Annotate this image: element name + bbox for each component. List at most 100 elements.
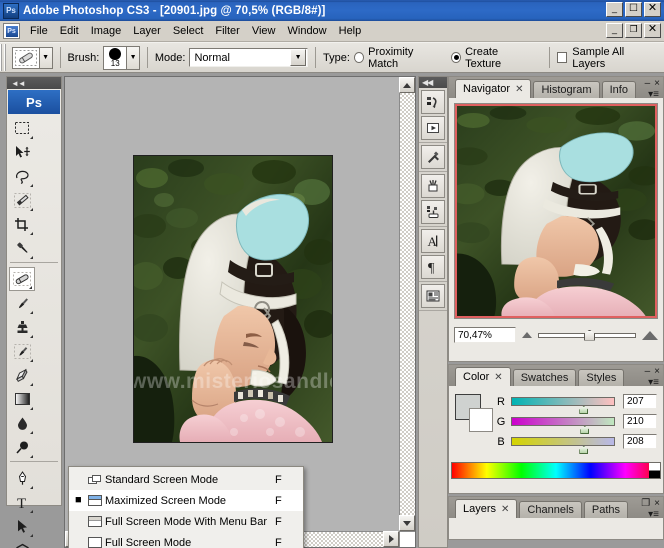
maximize-button[interactable]: ☐ bbox=[625, 2, 642, 17]
collapse-right-icon[interactable]: ◀◀ bbox=[422, 78, 433, 87]
tool-lasso[interactable] bbox=[9, 164, 35, 188]
g-slider-thumb[interactable] bbox=[580, 426, 590, 434]
tool-brush[interactable] bbox=[9, 291, 35, 315]
r-slider-thumb[interactable] bbox=[579, 406, 589, 414]
g-ramp[interactable] bbox=[511, 417, 615, 434]
zoom-percent-input[interactable]: 70,47% bbox=[454, 327, 516, 343]
radio-create-texture[interactable]: Create Texture bbox=[450, 46, 530, 70]
tool-dodge[interactable] bbox=[9, 435, 35, 459]
doc-minimize-button[interactable]: _ bbox=[606, 23, 623, 38]
tool-blur[interactable] bbox=[9, 411, 35, 435]
tool-magic-wand[interactable] bbox=[9, 188, 35, 212]
panel-menu-icon[interactable]: ▾≡ bbox=[648, 377, 659, 388]
close-icon[interactable]: ✕ bbox=[501, 504, 509, 515]
menu-item-image[interactable]: Image bbox=[85, 23, 128, 39]
minimize-button[interactable]: _ bbox=[606, 2, 623, 17]
menu-item-window[interactable]: Window bbox=[282, 23, 333, 39]
tool-eyedropper[interactable] bbox=[9, 236, 35, 260]
tool-clone-stamp[interactable] bbox=[9, 315, 35, 339]
scroll-up-button[interactable] bbox=[399, 77, 415, 93]
menu-item-view[interactable]: View bbox=[246, 23, 282, 39]
zoom-slider[interactable] bbox=[538, 328, 636, 342]
chevron-down-icon[interactable]: ▼ bbox=[290, 49, 307, 66]
tool-presets-panel-icon[interactable] bbox=[421, 145, 445, 169]
tab-styles[interactable]: Styles bbox=[578, 369, 625, 386]
g-value-input[interactable]: 210 bbox=[623, 414, 657, 429]
b-ramp[interactable] bbox=[511, 437, 615, 454]
r-ramp[interactable] bbox=[511, 397, 615, 414]
zoom-in-icon[interactable] bbox=[642, 330, 658, 340]
menu-item-filter[interactable]: Filter bbox=[209, 23, 245, 39]
tool-preset-picker-button[interactable]: ▼ bbox=[39, 46, 53, 69]
tool-gradient[interactable] bbox=[9, 387, 35, 411]
character-panel-icon[interactable]: A bbox=[421, 229, 445, 253]
menu-item-edit[interactable]: Edit bbox=[54, 23, 85, 39]
r-value-input[interactable]: 207 bbox=[623, 394, 657, 409]
b-value-input[interactable]: 208 bbox=[623, 434, 657, 449]
history-panel-icon[interactable] bbox=[421, 90, 445, 114]
menu-item-full-screen-mode-with-menu-bar[interactable]: Full Screen Mode With Menu Bar F bbox=[69, 511, 303, 532]
menu-item-layer[interactable]: Layer bbox=[127, 23, 167, 39]
zoom-slider-thumb[interactable] bbox=[584, 329, 596, 341]
layer-comps-panel-icon[interactable] bbox=[421, 284, 445, 308]
tab-swatches[interactable]: Swatches bbox=[512, 369, 577, 386]
menu-item-select[interactable]: Select bbox=[167, 23, 210, 39]
tool-rectangular-marquee[interactable] bbox=[9, 116, 35, 140]
scroll-right-button[interactable] bbox=[383, 531, 399, 547]
b-slider-thumb[interactable] bbox=[579, 446, 589, 454]
tab-histogram[interactable]: Histogram bbox=[533, 81, 600, 98]
scroll-down-button[interactable] bbox=[399, 515, 415, 531]
brushes-panel-icon[interactable] bbox=[421, 174, 445, 198]
restore-icon[interactable]: ❐ bbox=[641, 498, 650, 509]
document-system-menu-icon[interactable]: Ps bbox=[3, 23, 20, 39]
tool-eraser[interactable] bbox=[9, 363, 35, 387]
healing-brush-icon[interactable] bbox=[12, 46, 40, 69]
tab-navigator[interactable]: Navigator ✕ bbox=[455, 79, 532, 98]
blend-mode-select[interactable]: Normal ▼ bbox=[189, 48, 309, 67]
doc-close-button[interactable]: ✕ bbox=[644, 23, 661, 38]
tool-type[interactable]: T bbox=[9, 490, 35, 514]
options-bar-gripper[interactable] bbox=[0, 44, 9, 71]
tool-shape[interactable] bbox=[9, 538, 35, 548]
brush-picker-button[interactable]: ▼ bbox=[127, 45, 140, 70]
collapse-left-icon[interactable]: ◄◄ bbox=[11, 79, 26, 88]
minimize-icon[interactable]: – bbox=[645, 366, 651, 377]
brush-preview[interactable]: 13 bbox=[103, 45, 128, 70]
background-color-swatch[interactable] bbox=[469, 408, 493, 432]
panel-menu-icon[interactable]: ▾≡ bbox=[648, 509, 659, 520]
tab-color[interactable]: Color ✕ bbox=[455, 367, 511, 386]
tab-layers[interactable]: Layers ✕ bbox=[455, 499, 518, 518]
close-icon[interactable]: ✕ bbox=[494, 372, 502, 383]
menu-item-help[interactable]: Help bbox=[333, 23, 368, 39]
menu-item-full-screen-mode[interactable]: Full Screen Mode F bbox=[69, 532, 303, 548]
minimize-icon[interactable]: – bbox=[645, 78, 651, 89]
canvas-vertical-scrollbar[interactable] bbox=[399, 77, 415, 531]
panel-menu-icon[interactable]: ▾≡ bbox=[648, 89, 659, 100]
paragraph-panel-icon[interactable]: ¶ bbox=[421, 255, 445, 279]
close-icon[interactable]: × bbox=[654, 78, 660, 89]
toolbox-gripper[interactable]: ◄◄ bbox=[7, 77, 61, 89]
tool-move[interactable] bbox=[9, 140, 35, 164]
close-icon[interactable]: × bbox=[654, 366, 660, 377]
close-icon[interactable]: ✕ bbox=[515, 84, 523, 95]
tab-paths[interactable]: Paths bbox=[583, 501, 629, 518]
tool-healing-brush[interactable] bbox=[9, 267, 35, 291]
color-spectrum-bar[interactable] bbox=[451, 462, 661, 479]
radio-proximity-match[interactable]: Proximity Match bbox=[353, 46, 439, 70]
tool-history-brush[interactable] bbox=[9, 339, 35, 363]
tool-crop[interactable] bbox=[9, 212, 35, 236]
navigator-thumbnail[interactable] bbox=[454, 103, 658, 319]
menu-item-maximized-screen-mode[interactable]: ■ Maximized Screen Mode F bbox=[69, 490, 303, 511]
checkbox-sample-all-layers[interactable]: Sample All Layers bbox=[557, 46, 652, 70]
menu-item-file[interactable]: File bbox=[24, 23, 54, 39]
zoom-out-icon[interactable] bbox=[522, 332, 532, 338]
close-icon[interactable]: × bbox=[654, 498, 660, 509]
tool-pen[interactable] bbox=[9, 466, 35, 490]
menu-item-standard-screen-mode[interactable]: Standard Screen Mode F bbox=[69, 469, 303, 490]
clone-source-panel-icon[interactable] bbox=[421, 200, 445, 224]
document-image[interactable]: www.misteriosandlers.com bbox=[133, 155, 333, 443]
actions-panel-icon[interactable] bbox=[421, 116, 445, 140]
tab-info[interactable]: Info bbox=[601, 81, 636, 98]
tool-path-selection[interactable] bbox=[9, 514, 35, 538]
dock-gripper[interactable]: ◀◀ bbox=[419, 77, 447, 88]
